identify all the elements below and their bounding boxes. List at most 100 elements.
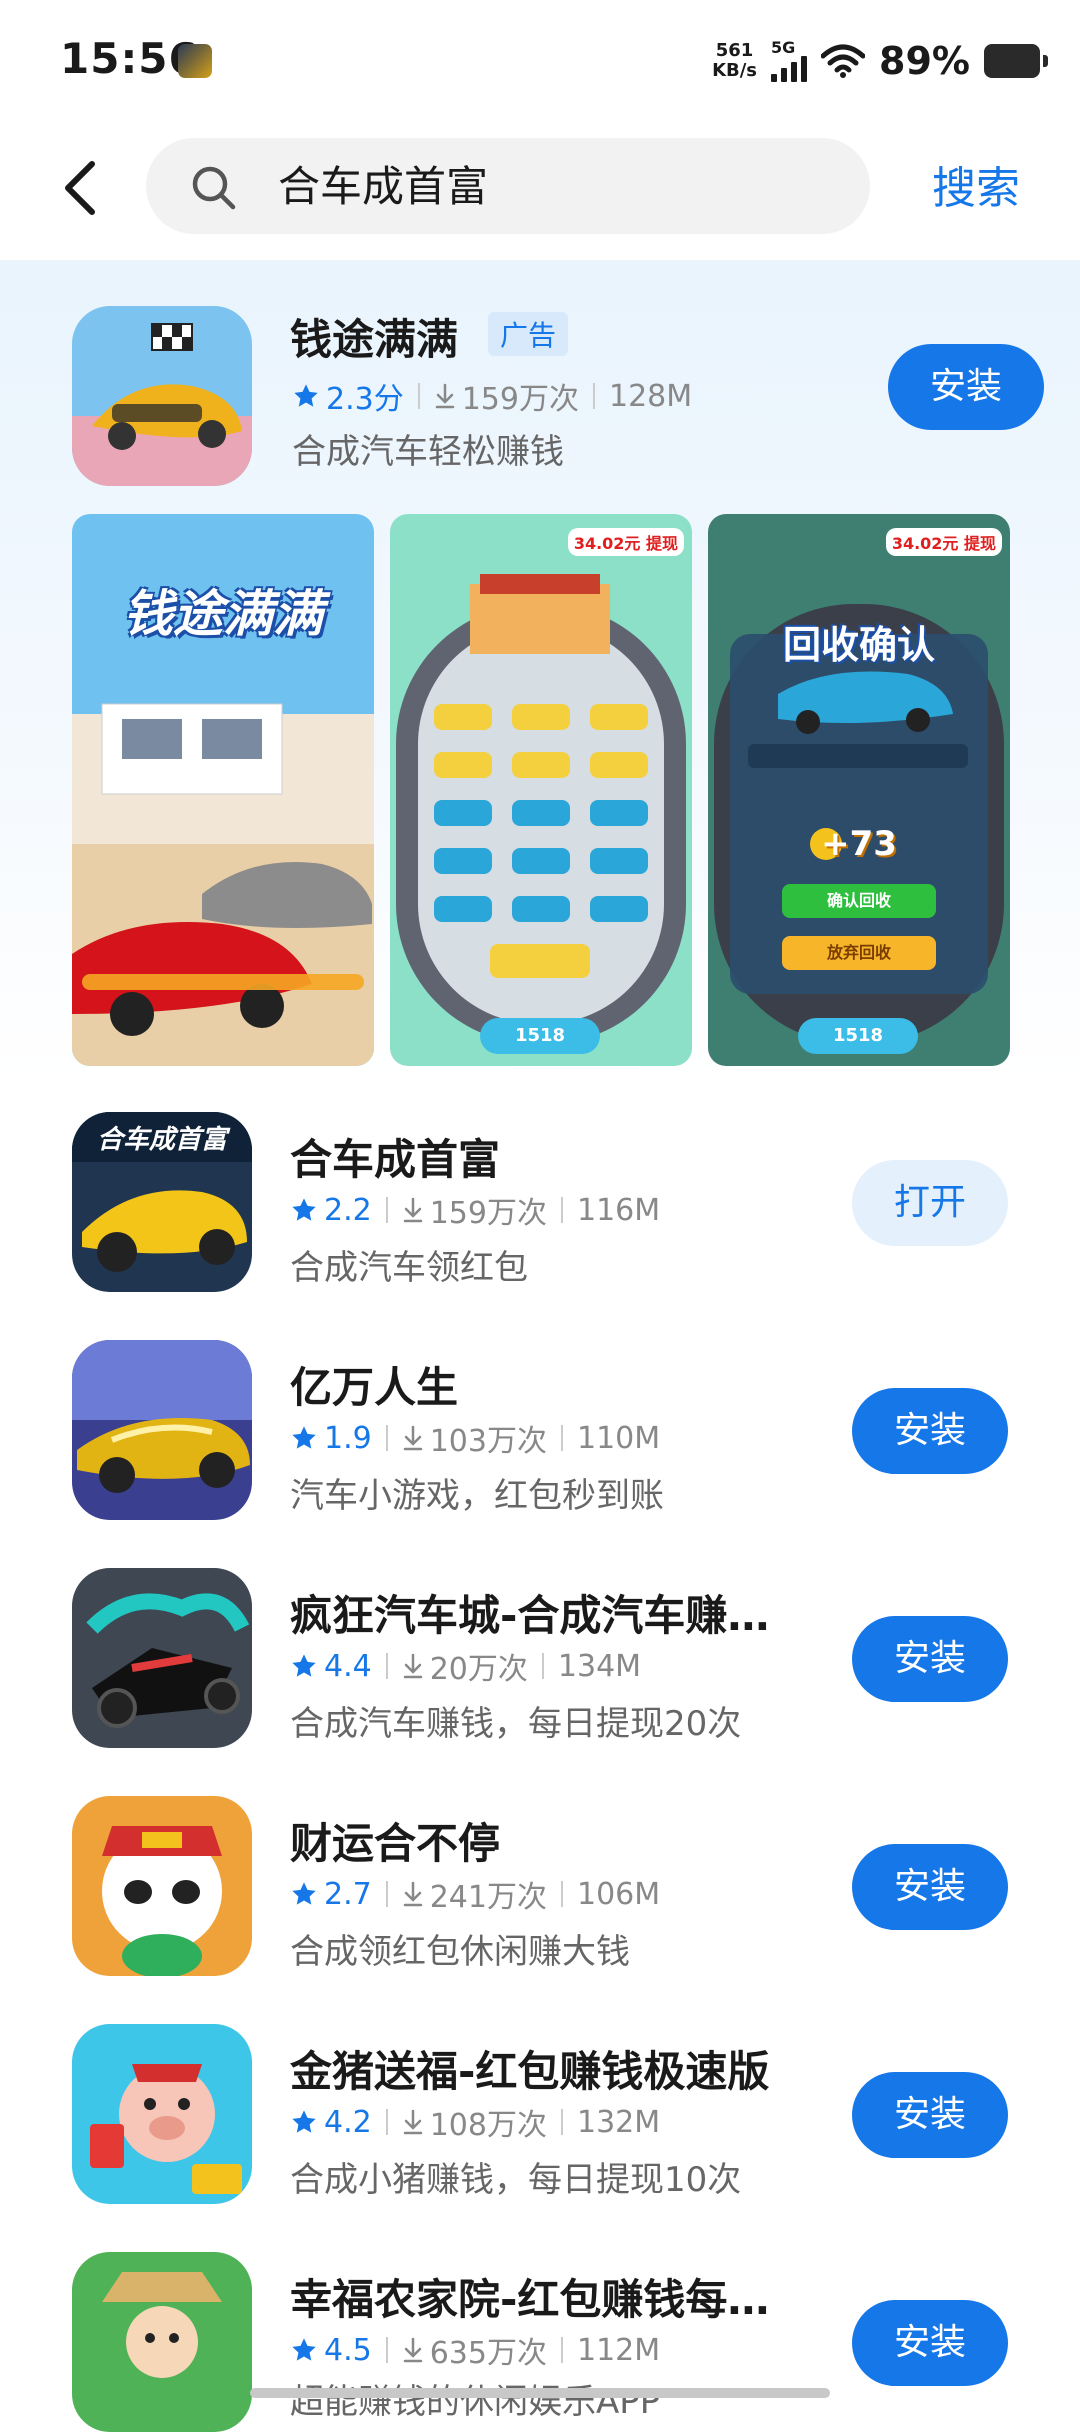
app-icon-xingfu[interactable] [72, 2252, 252, 2432]
app-downloads: 159万次 [429, 1196, 547, 1231]
download-icon [403, 1653, 422, 1679]
install-button[interactable]: 安装 [852, 2300, 1008, 2386]
screenshot-coins: 1518 [480, 1018, 600, 1054]
app-rating: 2.3分 [326, 382, 404, 417]
app-desc: 超能赚钱的休闲娱乐APP [290, 2382, 661, 2422]
app-rating: 1.9 [324, 1420, 372, 1456]
app-rating: 2.7 [324, 1876, 372, 1912]
wifi-icon [821, 44, 866, 78]
download-icon [403, 2337, 422, 2363]
app-size: 116M [576, 1192, 661, 1228]
app-icon-heche[interactable]: 合车成首富 [72, 1112, 252, 1292]
app-meta: 2.7 241万次 106M [290, 1872, 660, 1916]
app-name: 合车成首富 [290, 1135, 501, 1184]
app-meta: 4.5 635万次 112M [290, 2328, 660, 2372]
app-meta: 4.4 20万次 134M [290, 1644, 641, 1688]
app-rating: 4.2 [324, 2104, 372, 2140]
app-meta: 4.2 108万次 132M [290, 2100, 660, 2144]
screenshot-confirm-title: 回收确认 [782, 623, 935, 667]
download-icon [435, 383, 454, 409]
app-size: 132M [576, 2104, 661, 2140]
app-downloads: 20万次 [429, 1652, 528, 1687]
download-icon [403, 1425, 422, 1451]
app-screenshot-2[interactable]: 34.02元 提现 1518 [390, 514, 692, 1066]
install-button[interactable]: 安装 [888, 344, 1044, 430]
install-button[interactable]: 安装 [852, 2072, 1008, 2158]
download-icon [403, 1197, 422, 1223]
ad-badge: 广告 [488, 312, 569, 356]
download-icon [403, 2109, 422, 2135]
app-desc: 合成汽车赚钱，每日提现20次 [290, 1704, 742, 1744]
cellular-signal-icon: 5G [771, 40, 808, 82]
back-arrow-icon[interactable] [56, 158, 106, 218]
open-button[interactable]: 打开 [852, 1160, 1008, 1246]
battery-percent: 89% [879, 39, 970, 83]
app-screenshot-1[interactable]: 钱途满满 [72, 514, 374, 1066]
star-icon [292, 2338, 316, 2361]
screenshot-coins-2: 1518 [798, 1018, 918, 1054]
app-icon-caiyun[interactable] [72, 1796, 252, 1976]
download-icon [403, 1881, 422, 1907]
app-name: 财运合不停 [290, 1819, 501, 1868]
app-icon-fengkuang[interactable] [72, 1568, 252, 1748]
app-meta: 2.2 159万次 116M [290, 1188, 660, 1232]
star-icon [292, 1882, 316, 1905]
app-downloads: 159万次 [461, 382, 579, 417]
status-indicators: 561 KB/s 5G 89% [712, 36, 1048, 86]
svg-text:合车成首富: 合车成首富 [97, 1125, 231, 1155]
app-downloads: 103万次 [429, 1424, 547, 1459]
app-name: 钱途满满 [290, 315, 459, 364]
screenshot-abandon-button: 放弃回收 [782, 936, 936, 970]
search-header: 搜索 [0, 120, 1080, 260]
app-downloads: 635万次 [429, 2336, 547, 2371]
app-rating: 2.2 [324, 1192, 372, 1228]
star-icon [294, 384, 318, 407]
screenshot-title: 钱途满满 [123, 585, 323, 643]
app-size: 112M [576, 2332, 661, 2368]
app-icon-qiantu[interactable] [72, 306, 252, 486]
battery-icon [984, 44, 1048, 78]
screenshot-price: 34.02元 提现 [567, 528, 684, 556]
app-desc: 合成汽车领红包 [290, 1248, 528, 1288]
app-desc: 合成汽车轻松赚钱 [292, 432, 564, 472]
screenshot-reward: +73 [821, 824, 897, 864]
app-name: 金猪送福-红包赚钱极速版 [290, 2047, 770, 2096]
app-rating: 4.4 [324, 1648, 372, 1684]
network-speed: 561 KB/s [712, 40, 758, 81]
app-meta: 1.9 103万次 110M [290, 1416, 660, 1460]
app-icon-yiwan[interactable] [72, 1340, 252, 1520]
install-button[interactable]: 安装 [852, 1388, 1008, 1474]
app-downloads: 108万次 [429, 2108, 547, 2143]
star-icon [292, 2110, 316, 2133]
app-meta: 2.3分 159万次 128M [292, 374, 692, 418]
app-rating: 4.5 [324, 2332, 372, 2368]
install-button[interactable]: 安装 [852, 1616, 1008, 1702]
app-name: 亿万人生 [290, 1363, 459, 1412]
app-desc: 汽车小游戏，红包秒到账 [290, 1476, 664, 1516]
install-button[interactable]: 安装 [852, 1844, 1008, 1930]
app-size: 134M [557, 1648, 642, 1684]
app-size: 106M [576, 1876, 661, 1912]
search-button[interactable]: 搜索 [932, 152, 1020, 216]
search-icon [192, 166, 236, 210]
game-notification-icon [178, 44, 212, 78]
app-name: 疯狂汽车城-合成汽车赚… [290, 1591, 770, 1640]
status-bar: 15:56 561 KB/s 5G 89% [0, 0, 1080, 120]
home-indicator[interactable] [250, 2388, 830, 2398]
app-size: 128M [608, 378, 693, 414]
app-desc: 合成小猪赚钱，每日提现10次 [290, 2160, 742, 2200]
app-name: 幸福农家院-红包赚钱每… [290, 2275, 770, 2324]
app-size: 110M [576, 1420, 661, 1456]
app-desc: 合成领红包休闲赚大钱 [290, 1932, 630, 1972]
screenshot-confirm-button: 确认回收 [782, 884, 936, 918]
app-icon-jinzhu[interactable] [72, 2024, 252, 2204]
app-screenshot-3[interactable]: 34.02元 提现 回收确认 +73 确认回收 放弃回收 1518 [708, 514, 1010, 1066]
ad-app-card[interactable]: 钱途满满 广告 2.3分 159万次 128M 合成汽车轻松赚钱 安装 钱途满满 [0, 260, 1080, 1080]
star-icon [292, 1654, 316, 1677]
search-box[interactable] [146, 138, 870, 236]
star-icon [292, 1426, 316, 1449]
app-downloads: 241万次 [429, 1880, 547, 1915]
search-input[interactable] [276, 138, 840, 236]
star-icon [292, 1198, 316, 1221]
screenshot-price-2: 34.02元 提现 [885, 528, 1002, 556]
